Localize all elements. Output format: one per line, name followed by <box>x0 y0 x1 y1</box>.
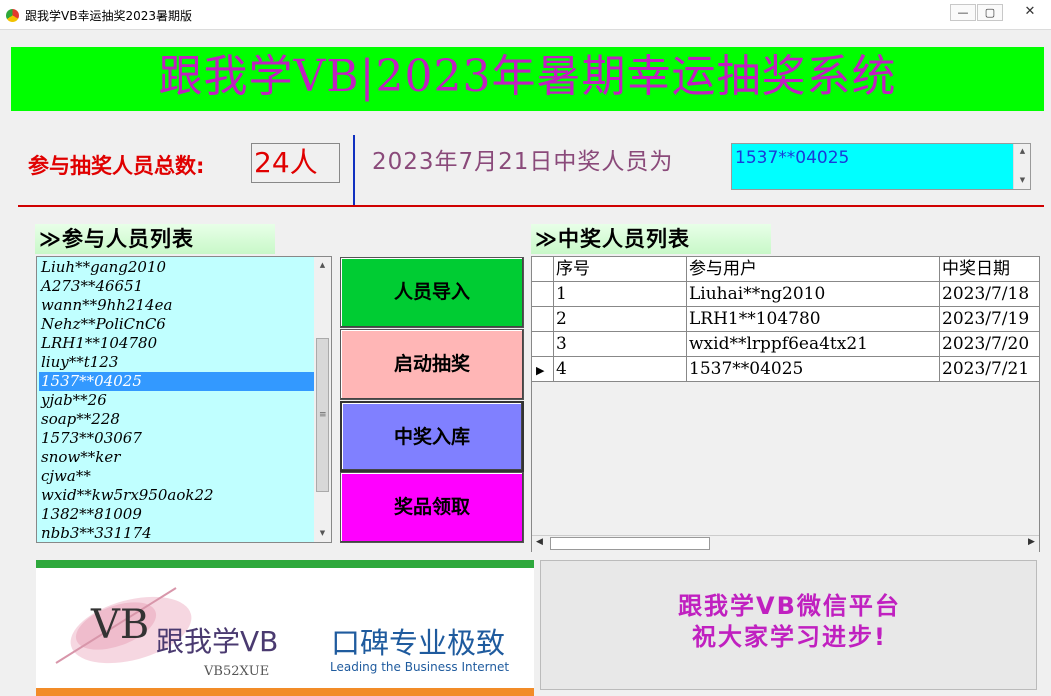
wechat-platform-panel: 跟我学VB微信平台 祝大家学习进步! <box>540 560 1037 690</box>
participant-item[interactable]: wann**9hh214ea <box>39 296 315 315</box>
row-selector[interactable] <box>532 332 554 357</box>
minimize-button[interactable]: — <box>950 4 976 21</box>
participant-count-box: 24人 <box>251 143 340 183</box>
window-title: 跟我学VB幸运抽奖2023暑期版 <box>25 9 192 23</box>
column-header[interactable]: 参与用户 <box>687 257 940 282</box>
winners-table-scroll-thumb[interactable] <box>550 537 710 550</box>
table-corner[interactable] <box>532 257 554 282</box>
table-cell[interactable]: 1 <box>554 282 687 307</box>
table-cell[interactable]: 2023/7/19 <box>940 307 1039 332</box>
table-cell[interactable]: 2023/7/21 <box>940 357 1039 382</box>
winner-label: 2023年7月21日中奖人员为 <box>372 149 674 175</box>
participant-item[interactable]: wxid**kw5rx950aok22 <box>39 486 315 505</box>
participants-header: ≫参与人员列表 <box>35 224 275 254</box>
title-banner: 跟我学VB|2023年暑期幸运抽奖系统 <box>11 47 1044 111</box>
row-selector[interactable] <box>532 307 554 332</box>
column-header[interactable]: 中奖日期 <box>940 257 1039 282</box>
scroll-down-arrow-icon[interactable]: ▼ <box>1014 176 1031 184</box>
import-people-button[interactable]: 人员导入 <box>340 257 524 328</box>
ad-bottom-stripe <box>36 688 534 696</box>
vertical-divider <box>353 135 355 207</box>
participant-item[interactable]: 1537**04025 <box>39 372 315 391</box>
wechat-message: 跟我学VB微信平台 祝大家学习进步! <box>541 591 1038 653</box>
row-selector[interactable] <box>532 282 554 307</box>
ad-sub: VB52XUE <box>204 664 270 679</box>
participant-item[interactable]: liuy**t123 <box>39 353 315 372</box>
banner-title: 跟我学VB|2023年暑期幸运抽奖系统 <box>158 51 897 102</box>
participant-item[interactable]: cjwa** <box>39 467 315 486</box>
table-cell[interactable]: 1537**04025 <box>687 357 940 382</box>
participant-item[interactable]: 1382**81009 <box>39 505 315 524</box>
save-winner-label: 中奖入库 <box>393 426 470 448</box>
participant-item[interactable]: nbb3**331174 <box>39 524 315 542</box>
table-cell[interactable]: 2 <box>554 307 687 332</box>
winner-textbox-scrollbar[interactable]: ▲ ▼ <box>1013 144 1030 189</box>
scroll-down-arrow-icon[interactable]: ▼ <box>314 529 331 537</box>
column-header[interactable]: 序号 <box>554 257 687 282</box>
participant-item[interactable]: Liuh**gang2010 <box>39 258 315 277</box>
wechat-line-1: 跟我学VB微信平台 <box>678 592 901 620</box>
claim-prize-button[interactable]: 奖品领取 <box>340 472 524 543</box>
participant-item[interactable]: A273**46651 <box>39 277 315 296</box>
winner-textbox[interactable]: 1537**04025 <box>731 143 1031 190</box>
table-cell[interactable]: 2023/7/20 <box>940 332 1039 357</box>
start-draw-button[interactable]: 启动抽奖 <box>340 329 524 400</box>
start-draw-label: 启动抽奖 <box>393 353 470 375</box>
winners-header: ≫中奖人员列表 <box>531 224 771 254</box>
winners-table[interactable]: 序号 参与用户 中奖日期 1 Liuhai**ng2010 2023/7/18 2 LRH1*… <box>531 256 1040 552</box>
row-selector[interactable]: ▶ <box>532 357 554 382</box>
scroll-up-arrow-icon[interactable]: ▲ <box>1014 147 1031 155</box>
ad-slogan-en: Leading the Business Internet <box>330 660 510 674</box>
close-button[interactable]: ✕ <box>1010 4 1050 21</box>
import-people-label: 人员导入 <box>393 281 470 303</box>
scroll-left-arrow-icon[interactable]: ◀ <box>536 537 543 547</box>
table-cell[interactable]: 4 <box>554 357 687 382</box>
participant-count-value: 24人 <box>254 146 318 179</box>
claim-prize-label: 奖品领取 <box>393 496 470 518</box>
current-row-arrow-icon: ▶ <box>536 364 545 377</box>
participant-item[interactable]: Nehz**PoliCnC6 <box>39 315 315 334</box>
horizontal-divider <box>18 205 1044 207</box>
ad-slogan: 口碑专业极致 <box>331 626 506 660</box>
participant-item[interactable]: soap**228 <box>39 410 315 429</box>
participant-item[interactable]: snow**ker <box>39 448 315 467</box>
participant-item[interactable]: 1573**03067 <box>39 429 315 448</box>
participant-list[interactable]: Liuh**gang2010 A273**46651 wann**9hh214ea N… <box>36 256 332 543</box>
participant-item[interactable]: LRH1**104780 <box>39 334 315 353</box>
maximize-button[interactable]: ▢ <box>977 4 1003 21</box>
table-cell[interactable]: LRH1**104780 <box>687 307 940 332</box>
scroll-grip-icon: ≡ <box>319 410 327 420</box>
scroll-right-arrow-icon[interactable]: ▶ <box>1028 537 1035 547</box>
participant-item[interactable]: yjab**26 <box>39 391 315 410</box>
ad-brand: 跟我学VB <box>156 625 279 658</box>
title-bar: 跟我学VB幸运抽奖2023暑期版 — ▢ ✕ <box>0 0 1051 30</box>
scroll-up-arrow-icon[interactable]: ▲ <box>314 261 331 269</box>
vb52xue-ad-banner: VB 跟我学VB VB52XUE 口碑专业极致 Leading the Busi… <box>36 560 534 696</box>
app-icon[interactable] <box>6 9 19 22</box>
table-cell[interactable]: 3 <box>554 332 687 357</box>
table-cell[interactable]: 2023/7/18 <box>940 282 1039 307</box>
participant-count-label: 参与抽奖人员总数: <box>28 154 205 178</box>
table-cell[interactable]: wxid**lrppf6ea4tx21 <box>687 332 940 357</box>
wechat-line-2: 祝大家学习进步! <box>692 623 887 651</box>
save-winner-button[interactable]: 中奖入库 <box>340 401 524 472</box>
table-cell[interactable]: Liuhai**ng2010 <box>687 282 940 307</box>
ad-logo: VB <box>91 602 150 648</box>
winner-value: 1537**04025 <box>735 148 850 168</box>
